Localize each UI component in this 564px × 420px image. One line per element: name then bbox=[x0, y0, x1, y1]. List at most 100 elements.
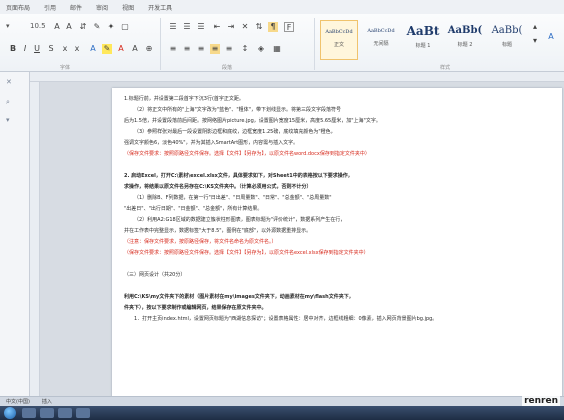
italic-icon[interactable]: I bbox=[20, 44, 30, 54]
chevron-down-icon[interactable]: ▾ bbox=[6, 116, 10, 124]
vertical-ruler[interactable] bbox=[30, 82, 40, 396]
document-line: （三）网页设计（共20分） bbox=[124, 272, 186, 278]
style-sample: AaBt bbox=[406, 24, 440, 38]
highlight-icon[interactable]: ✎ bbox=[102, 44, 112, 54]
style-heading-1[interactable]: AaBt 标题 1 bbox=[404, 20, 442, 60]
horizontal-ruler[interactable] bbox=[30, 72, 564, 82]
align-left-icon[interactable]: ≡ bbox=[168, 44, 178, 54]
ribbon-tab-bar: 页面布局 引用 邮件 审阅 视图 开发工具 bbox=[0, 0, 564, 14]
align-right-icon[interactable]: ≡ bbox=[196, 44, 206, 54]
change-case-icon[interactable]: ⇵ bbox=[78, 22, 88, 32]
bold-icon[interactable]: B bbox=[8, 44, 18, 54]
justify-icon[interactable]: ≡ bbox=[210, 44, 220, 54]
document-line: （注意：保存文件要求，按原路径保存，将文件名命名为原文件名。） bbox=[124, 239, 277, 245]
change-styles-icon[interactable]: A bbox=[546, 32, 556, 42]
shrink-font-icon[interactable]: A bbox=[64, 22, 74, 32]
style-heading-2[interactable]: AaBb( 标题 2 bbox=[446, 20, 484, 60]
close-icon[interactable]: ✕ bbox=[6, 78, 12, 86]
taskbar-app-icon[interactable] bbox=[22, 408, 36, 418]
sort-icon[interactable]: ⇅ bbox=[254, 22, 264, 32]
strikethrough-icon[interactable]: S bbox=[46, 44, 56, 54]
watermark-text: renren bbox=[522, 396, 560, 406]
taskbar bbox=[0, 406, 564, 420]
line-spacing-icon[interactable]: ↕ bbox=[240, 44, 250, 54]
search-icon[interactable]: ⌕ bbox=[6, 98, 10, 107]
phonetic-guide-icon[interactable]: ✦ bbox=[106, 22, 116, 32]
style-name: 标题 2 bbox=[457, 42, 473, 48]
tab-page-layout[interactable]: 页面布局 bbox=[6, 3, 30, 12]
style-title[interactable]: AaBb( 标题 bbox=[488, 20, 526, 60]
styles-scroll-down-icon[interactable]: ▾ bbox=[530, 36, 540, 46]
tab-view[interactable]: 视图 bbox=[122, 3, 134, 12]
group-label-font: 字体 bbox=[60, 65, 71, 71]
document-line: 2. 启动Excel，打开C:\素材\excel.xlsx文件，具体要求如下，对… bbox=[124, 173, 353, 179]
navigation-pane: ✕ ⌕ ▾ bbox=[0, 72, 30, 396]
text-box-icon[interactable]: F bbox=[284, 22, 294, 32]
shading-icon[interactable]: ◈ bbox=[256, 44, 266, 54]
bullets-icon[interactable]: ☰ bbox=[168, 22, 178, 32]
style-name: 标题 1 bbox=[415, 43, 431, 49]
multilevel-list-icon[interactable]: ☰ bbox=[196, 22, 206, 32]
increase-indent-icon[interactable]: ⇥ bbox=[226, 22, 236, 32]
document-line: （保存文件要求：按照原路径文件保存。选择【文件】【另存为】，以原文件名excel… bbox=[124, 250, 369, 256]
document-line: （2）利用A2:G18区域的数据建立簇状柱形图表，图表标题为"评价统计"，数据系… bbox=[134, 217, 346, 223]
enclose-char-icon[interactable]: ⊕ bbox=[144, 44, 154, 54]
char-border-icon[interactable]: ▢ bbox=[120, 22, 130, 32]
style-name: 标题 bbox=[501, 42, 512, 48]
taskbar-app-icon[interactable] bbox=[40, 408, 54, 418]
show-marks-icon[interactable]: ¶ bbox=[268, 22, 278, 32]
start-button[interactable] bbox=[4, 407, 16, 419]
document-line: 并在工作表中完整显示，数据标签"大于8.5"，图例在"底部"，以外源数据重排显示… bbox=[124, 228, 312, 234]
ribbon: ▾ 10.5 A A ⇵ ✎ ✦ ▢ B I U S x x A ✎ A A ⊕… bbox=[0, 14, 564, 72]
superscript-icon[interactable]: x bbox=[72, 44, 82, 54]
document-line: 1.标题行前，并设置第二段首字下沉3行(首字正文距。 bbox=[124, 96, 244, 102]
tab-review[interactable]: 审阅 bbox=[96, 3, 108, 12]
document-page[interactable]: 1.标题行前，并设置第二段首字下沉3行(首字正文距。 （2）将正文中所有的"上海"… bbox=[112, 88, 562, 398]
font-color-icon[interactable]: A bbox=[116, 44, 126, 54]
align-center-icon[interactable]: ≡ bbox=[182, 44, 192, 54]
font-size-dropdown[interactable]: 10.5 bbox=[30, 22, 46, 30]
document-line: 后为1.5倍，并设置段落前后间距。按网络图片picture.jpg，设置图片宽度… bbox=[124, 118, 381, 124]
numbering-icon[interactable]: ☰ bbox=[182, 22, 192, 32]
document-line: 利用C:\KS\my文件夹下的素材（图片素材在my\images文件夹下，动画素… bbox=[124, 294, 354, 300]
language-indicator[interactable]: 中文(中国) bbox=[6, 398, 30, 405]
group-separator bbox=[160, 18, 161, 70]
taskbar-app-icon[interactable] bbox=[58, 408, 72, 418]
decrease-indent-icon[interactable]: ⇤ bbox=[212, 22, 222, 32]
document-line: 1．打开主页index.html，设置网页标题为"西湖信息探访"；设置表格属性：… bbox=[134, 316, 438, 322]
char-shading-icon[interactable]: A bbox=[130, 44, 140, 54]
document-line: 求操作，将结果以原文件名另存在C:\KS文件夹中。（计算必须用公式，否则不计分） bbox=[124, 184, 312, 190]
style-sample: AaBbCcDd bbox=[325, 29, 353, 35]
group-label-paragraph: 段落 bbox=[222, 65, 233, 71]
grow-font-icon[interactable]: A bbox=[52, 22, 62, 32]
style-sample: AaBb( bbox=[447, 25, 483, 36]
tab-references[interactable]: 引用 bbox=[44, 3, 56, 12]
document-line: （1）删除B、F列数据，在第一行"日出差"、"日周量数"、"日常"、"总金额"、… bbox=[134, 195, 332, 201]
style-normal[interactable]: AaBbCcDd 正文 bbox=[320, 20, 358, 60]
taskbar-app-icon[interactable] bbox=[76, 408, 90, 418]
status-bar: 中文(中国) 插入 bbox=[0, 396, 564, 406]
text-effects-icon[interactable]: A bbox=[88, 44, 98, 54]
style-no-spacing[interactable]: AaBbCcDd 无间隔 bbox=[362, 20, 400, 60]
font-name-dropdown[interactable]: ▾ bbox=[6, 22, 10, 30]
document-line: 件夹下），按以下要求制作或编辑网页，结果保存在原文件夹中。 bbox=[124, 305, 267, 311]
group-label-styles: 样式 bbox=[440, 65, 451, 71]
document-line: "出差日"、"出行日期"、"日金额"、"总金额"，所有计算结果。 bbox=[124, 206, 263, 212]
chinese-layout-icon[interactable]: ✕ bbox=[240, 22, 250, 32]
distribute-icon[interactable]: ≡ bbox=[224, 44, 234, 54]
tab-developer[interactable]: 开发工具 bbox=[148, 3, 172, 12]
insert-mode-indicator[interactable]: 插入 bbox=[42, 398, 52, 405]
clear-format-icon[interactable]: ✎ bbox=[92, 22, 102, 32]
borders-icon[interactable]: ▦ bbox=[272, 44, 282, 54]
tab-mailings[interactable]: 邮件 bbox=[70, 3, 82, 12]
subscript-icon[interactable]: x bbox=[60, 44, 70, 54]
style-sample: AaBb( bbox=[491, 25, 523, 36]
style-name: 正文 bbox=[333, 42, 344, 48]
document-line: （3）参照样张对最后一段设置阴影边框和底纹，边框宽度1.25磅，底纹填充颜色为"… bbox=[134, 129, 336, 135]
document-line: （保存文件要求：按照原路径文件保存。选择【文件】【另存为】，以原文件名word.… bbox=[124, 151, 370, 157]
styles-scroll-up-icon[interactable]: ▴ bbox=[530, 22, 540, 32]
underline-icon[interactable]: U bbox=[32, 44, 42, 54]
